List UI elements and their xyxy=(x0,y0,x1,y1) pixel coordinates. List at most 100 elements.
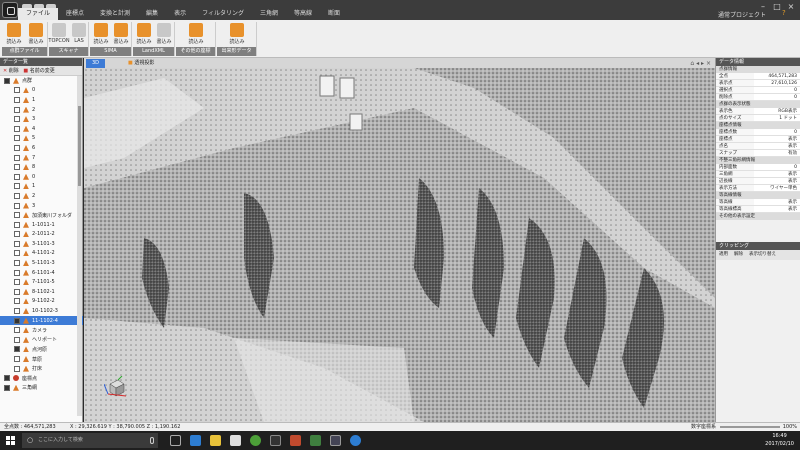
delete-icon[interactable]: ✕ xyxy=(3,68,7,74)
visibility-checkbox[interactable] xyxy=(4,375,10,382)
taskbar-search-input[interactable]: ここに入力して検索 xyxy=(22,433,158,448)
visibility-checkbox[interactable] xyxy=(14,135,20,142)
visibility-checkbox[interactable] xyxy=(14,269,20,276)
help-icon[interactable]: ? xyxy=(782,9,792,19)
tree-item[interactable]: 11-1102-4 xyxy=(0,315,83,326)
app-window-taskbar-icon[interactable] xyxy=(330,435,341,446)
tree-item[interactable]: 1-1011-1 xyxy=(0,220,83,230)
tree-item[interactable]: 2 xyxy=(0,105,83,115)
property-section-header[interactable]: 不整三角形網情報 xyxy=(716,157,800,164)
clip-release-button[interactable]: 解除 xyxy=(734,250,743,260)
visibility-checkbox[interactable] xyxy=(14,260,20,267)
visibility-checkbox[interactable] xyxy=(14,87,20,94)
property-value[interactable]: 1 ドット xyxy=(754,115,800,121)
windows-start-icon[interactable] xyxy=(6,436,15,445)
chrome-icon[interactable] xyxy=(250,435,261,446)
tree-item[interactable]: カメラ xyxy=(0,325,83,335)
property-section-header[interactable]: 点群の表示状態 xyxy=(716,101,800,108)
visibility-checkbox[interactable] xyxy=(14,192,20,199)
property-value[interactable]: 0 xyxy=(754,94,800,100)
property-section-header[interactable]: 等高線情報 xyxy=(716,192,800,199)
menu-edit[interactable]: 編集 xyxy=(138,8,166,20)
rename-icon[interactable]: ■ xyxy=(23,68,28,74)
tree-item[interactable]: 0 xyxy=(0,86,83,96)
task-view-icon[interactable] xyxy=(170,435,181,446)
visibility-checkbox[interactable] xyxy=(14,279,20,286)
coord-system-label[interactable]: 数字座標系 xyxy=(691,423,716,431)
zoom-slider[interactable] xyxy=(720,426,780,428)
pointcloud-export-button[interactable]: 書込み xyxy=(26,23,46,47)
powerpoint-icon[interactable] xyxy=(290,435,301,446)
data-list-scrollbar[interactable] xyxy=(77,76,82,416)
project-mode-label[interactable]: 通常プロジェクト xyxy=(718,10,766,19)
property-value[interactable]: 0 xyxy=(754,164,800,170)
tab-3d[interactable]: 3D xyxy=(86,59,106,68)
visibility-checkbox[interactable] xyxy=(14,96,20,103)
menu-filtering[interactable]: フィルタリング xyxy=(194,8,252,20)
tree-item[interactable]: 10-1102-3 xyxy=(0,306,83,316)
tree-item[interactable]: 座標点 xyxy=(0,373,83,383)
tree-item[interactable]: 1 xyxy=(0,95,83,105)
clip-toggle-button[interactable]: 表示切り替え xyxy=(749,250,776,260)
visibility-checkbox[interactable] xyxy=(14,365,20,372)
scroll-thumb[interactable] xyxy=(78,106,81,186)
visibility-checkbox[interactable] xyxy=(14,317,20,324)
visibility-checkbox[interactable] xyxy=(14,154,20,161)
visibility-checkbox[interactable] xyxy=(14,202,20,209)
tree-item[interactable]: 5-1101-3 xyxy=(0,258,83,268)
app-logo-icon[interactable] xyxy=(2,2,18,18)
rename-button[interactable]: 名前の変更 xyxy=(30,68,55,74)
tree-item[interactable]: 6-1101-4 xyxy=(0,268,83,278)
property-value[interactable]: 表示 xyxy=(754,178,800,184)
pointcloud-app-taskbar-icon[interactable] xyxy=(270,435,281,446)
landxml-export-button[interactable]: 書込み xyxy=(154,23,174,47)
property-value[interactable]: 表示 xyxy=(754,136,800,142)
property-value[interactable]: 0 xyxy=(754,87,800,93)
visibility-checkbox[interactable] xyxy=(14,288,20,295)
property-value[interactable]: RGB表示 xyxy=(754,108,800,114)
property-value[interactable]: ワイヤー単色 xyxy=(754,185,800,191)
visibility-checkbox[interactable] xyxy=(14,240,20,247)
property-section-header[interactable]: 点群情報 xyxy=(716,66,800,73)
asbuilt-import-button[interactable]: 読込み xyxy=(227,23,247,47)
visibility-checkbox[interactable] xyxy=(4,77,10,84)
tree-item[interactable]: 9-1102-2 xyxy=(0,297,83,307)
visibility-checkbox[interactable] xyxy=(14,221,20,228)
tree-item[interactable]: 3-1101-3 xyxy=(0,239,83,249)
menu-transform[interactable]: 変換と計測 xyxy=(92,8,138,20)
tree-item[interactable]: 3 xyxy=(0,114,83,124)
clip-apply-button[interactable]: 適用 xyxy=(719,250,728,260)
visibility-checkbox[interactable] xyxy=(14,346,20,353)
pointcloud-import-button[interactable]: 読込み xyxy=(4,23,24,47)
tree-item[interactable]: 1 xyxy=(0,182,83,192)
tree-item[interactable]: 4-1101-2 xyxy=(0,249,83,259)
tree-item[interactable]: 打床 xyxy=(0,364,83,374)
property-value[interactable]: 表示 xyxy=(754,171,800,177)
property-section-header[interactable]: 座標点情報 xyxy=(716,122,800,129)
visibility-checkbox[interactable] xyxy=(14,250,20,257)
property-value[interactable]: 表示 xyxy=(754,143,800,149)
axis-navigation-icon[interactable] xyxy=(104,376,126,398)
visibility-checkbox[interactable] xyxy=(14,183,20,190)
store-icon[interactable] xyxy=(230,435,241,446)
menu-contour[interactable]: 等高線 xyxy=(286,8,320,20)
tree-item[interactable]: 7-1101-5 xyxy=(0,277,83,287)
menu-view[interactable]: 表示 xyxy=(166,8,194,20)
menu-file[interactable]: ファイル xyxy=(18,8,59,20)
visibility-checkbox[interactable] xyxy=(14,231,20,238)
tree-item[interactable]: 8-1102-1 xyxy=(0,287,83,297)
tree-item[interactable]: 加須東川フォルダ xyxy=(0,210,83,220)
tree-item[interactable]: 5 xyxy=(0,134,83,144)
tree-item[interactable]: 2 xyxy=(0,191,83,201)
visibility-checkbox[interactable] xyxy=(14,164,20,171)
tree-item[interactable]: 4 xyxy=(0,124,83,134)
menu-tin[interactable]: 三角網 xyxy=(252,8,286,20)
tree-item[interactable]: 6 xyxy=(0,143,83,153)
system-clock[interactable]: 16:49 2017/02/10 xyxy=(765,432,794,448)
property-value[interactable]: 有効 xyxy=(754,150,800,156)
visibility-checkbox[interactable] xyxy=(4,384,10,391)
tab-perspective[interactable]: ■ 透視投影 xyxy=(122,59,160,68)
property-value[interactable]: 表示 xyxy=(754,199,800,205)
las-import-button[interactable]: LAS xyxy=(69,23,89,47)
file-explorer-icon[interactable] xyxy=(210,435,221,446)
